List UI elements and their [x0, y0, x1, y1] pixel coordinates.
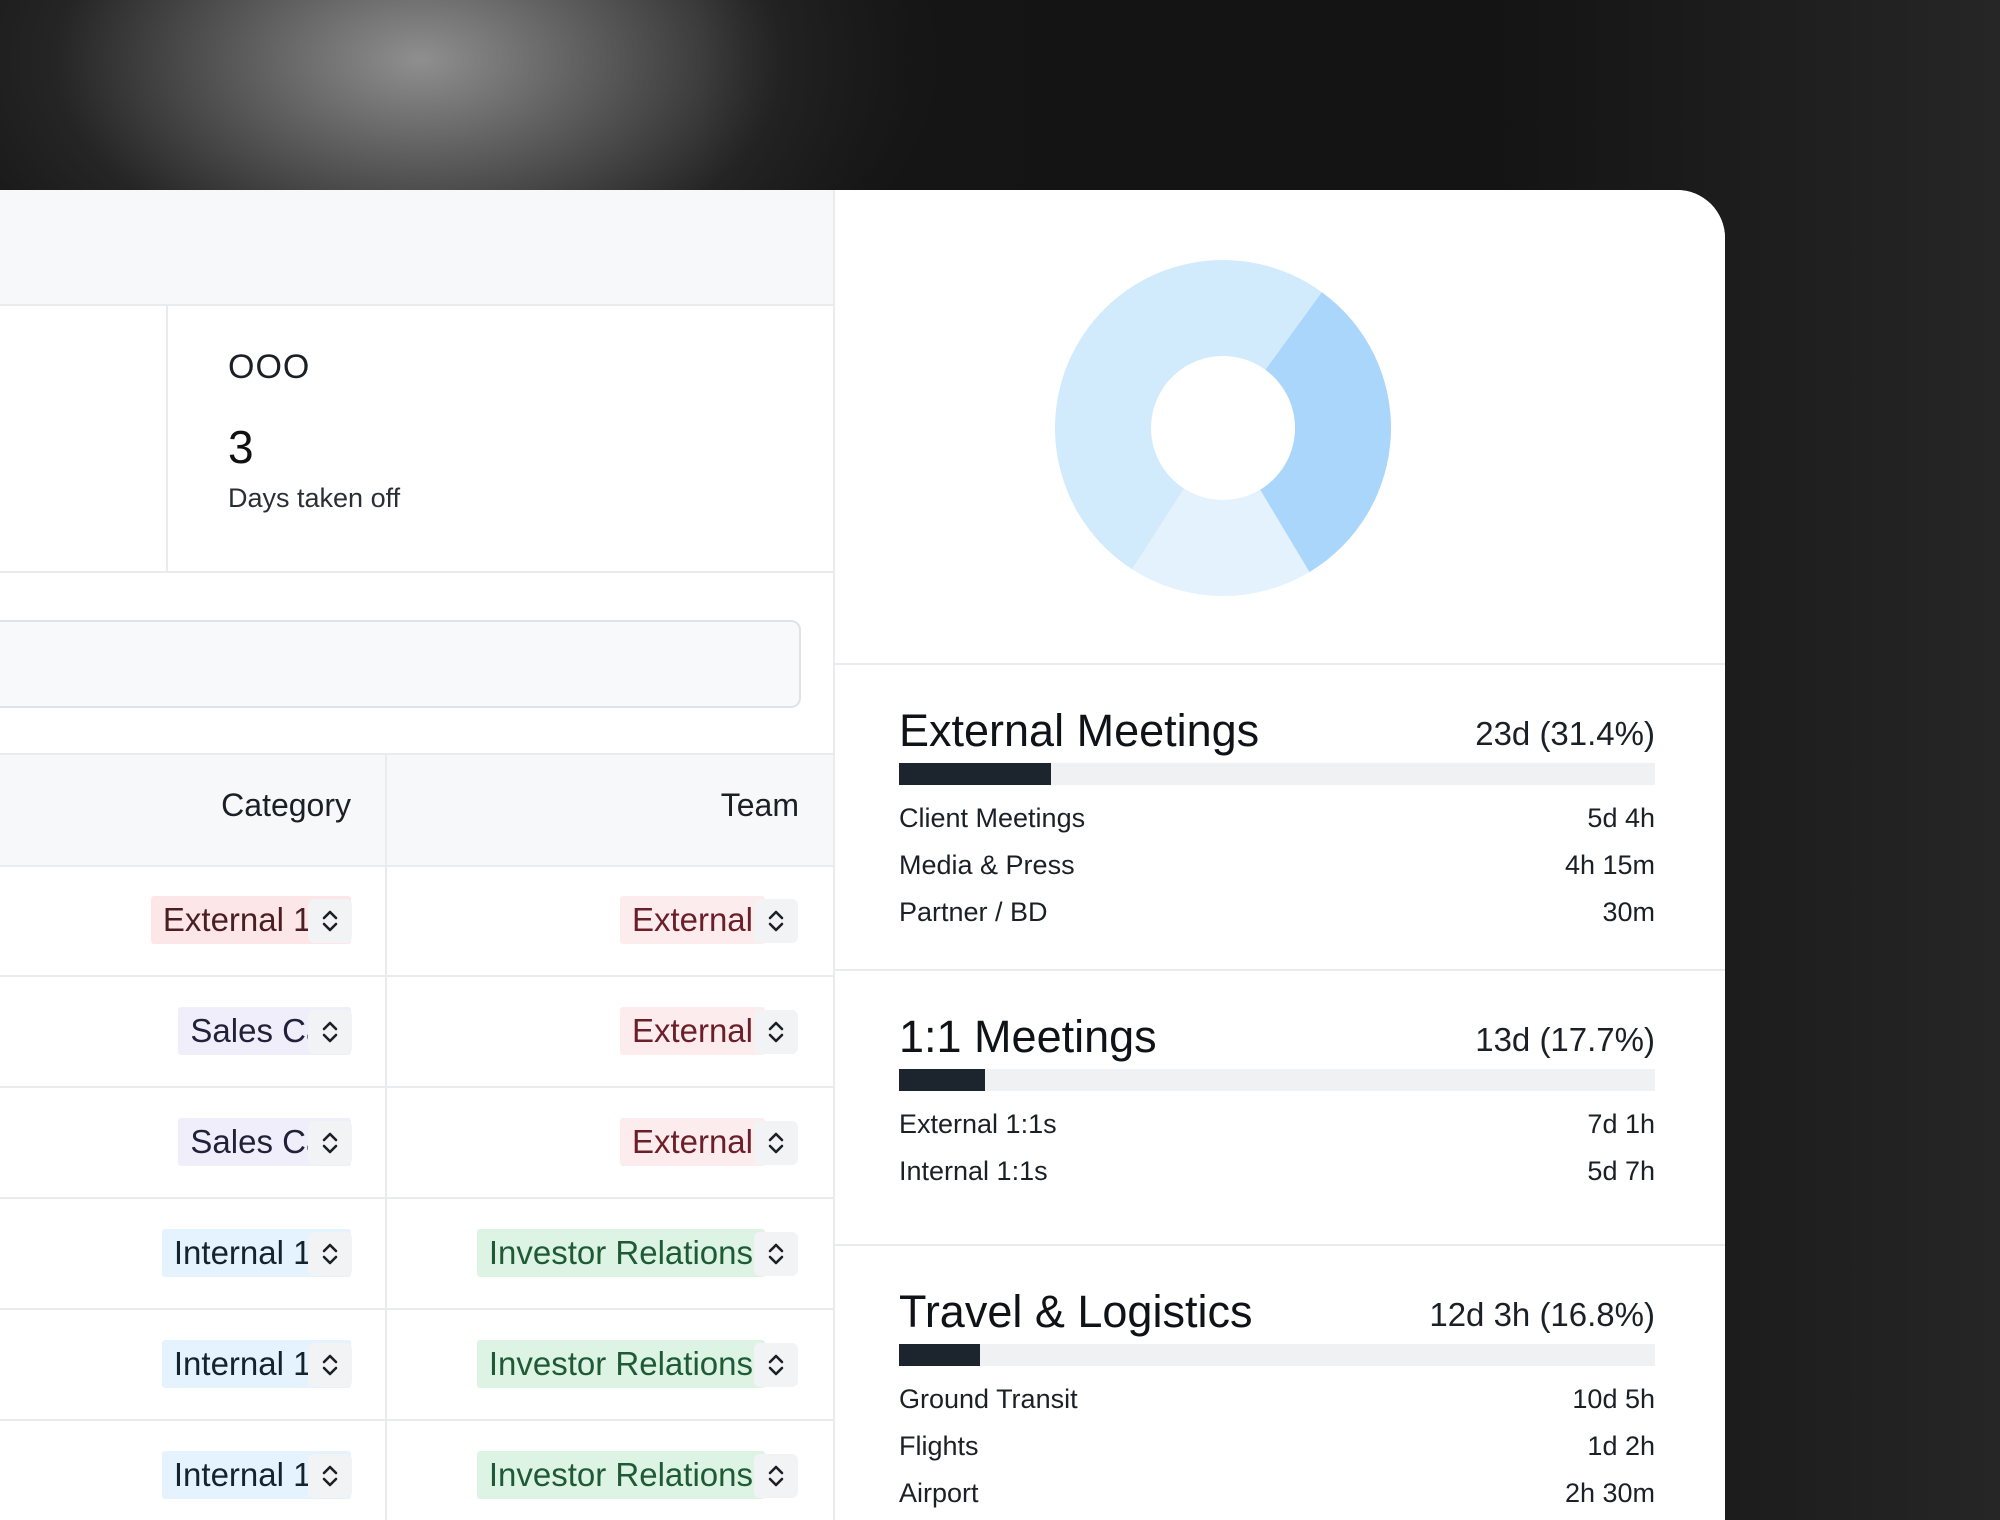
team-tag: Investor Relations: [476, 1340, 765, 1388]
breakdown-item-label: Ground Transit: [899, 1384, 1078, 1414]
category-stepper[interactable]: [308, 1121, 352, 1165]
breakdown-item-label: Partner / BD: [899, 897, 1048, 927]
category-stepper[interactable]: [308, 1232, 352, 1276]
section-total: 12d 3h (16.8%): [1429, 1296, 1655, 1333]
column-divider: [385, 1309, 387, 1420]
table-header: Category Team: [0, 753, 833, 867]
section-title: Travel & Logistics: [899, 1286, 1253, 1337]
column-divider: [385, 865, 387, 976]
column-divider: [385, 976, 387, 1087]
column-divider: [385, 755, 387, 865]
ooo-stat-sublabel: Days taken off: [228, 483, 401, 513]
team-stepper[interactable]: [754, 1232, 798, 1276]
section-title: External Meetings: [899, 705, 1260, 756]
table-row[interactable]: Internal 1:1 Investor Relations: [0, 1309, 833, 1421]
breakdown-item-label: External 1:1s: [899, 1109, 1057, 1139]
team-tag: External: [619, 896, 765, 944]
table-row[interactable]: Sales Call External: [0, 1087, 833, 1199]
category-stepper[interactable]: [308, 1454, 352, 1498]
team-tag: Investor Relations: [476, 1229, 765, 1277]
donut-chart-area: [835, 190, 1725, 665]
section-progress-track: [899, 1344, 1655, 1366]
breakdown-section: 1:1 Meetings 13d (17.7%) External 1:1s 7d 1…: [835, 971, 1725, 1246]
team-stepper[interactable]: [754, 1454, 798, 1498]
category-stepper[interactable]: [308, 899, 352, 943]
table-row[interactable]: Sales Call External: [0, 976, 833, 1088]
breakdown-item-label: Internal 1:1s: [899, 1156, 1048, 1186]
breakdown-item-label: Airport: [899, 1478, 979, 1508]
section-progress-track: [899, 763, 1655, 785]
donut-chart: [1055, 260, 1391, 596]
table-row[interactable]: Internal 1:1 Investor Relations: [0, 1198, 833, 1310]
column-divider: [385, 1420, 387, 1520]
ooo-stat-label: OOO: [228, 348, 311, 386]
column-divider: [385, 1198, 387, 1309]
team-tag: External: [619, 1007, 765, 1055]
stat-divider: [166, 306, 168, 571]
breakdown-section: External Meetings 23d (31.4%) Client Meeti…: [835, 665, 1725, 971]
section-progress-fill: [899, 1069, 985, 1091]
breakdown-item-value: 1d 2h: [1587, 1431, 1655, 1461]
breakdown-item-value: 4h 15m: [1564, 850, 1655, 880]
breakdown-section: Travel & Logistics 12d 3h (16.8%) Ground T…: [835, 1246, 1725, 1520]
section-total: 23d (31.4%): [1475, 715, 1655, 752]
section-progress-track: [899, 1069, 1655, 1091]
top-bar: [0, 190, 833, 306]
category-stepper[interactable]: [308, 1343, 352, 1387]
team-stepper[interactable]: [754, 1121, 798, 1165]
column-header-team[interactable]: Team: [721, 787, 799, 824]
column-divider: [385, 1087, 387, 1198]
breakdown-item-value: 2h 30m: [1564, 1478, 1655, 1508]
breakdown-item-value: 10d 5h: [1572, 1384, 1655, 1414]
section-progress-fill: [899, 763, 1051, 785]
section-title: 1:1 Meetings: [899, 1011, 1157, 1062]
team-stepper[interactable]: [754, 1343, 798, 1387]
breakdown-item-label: Client Meetings: [899, 803, 1086, 833]
breakdown-item-label: Media & Press: [899, 850, 1075, 880]
right-pane: External Meetings 23d (31.4%) Client Meeti…: [835, 190, 1725, 1520]
team-stepper[interactable]: [754, 1010, 798, 1054]
table-row[interactable]: External 1:1 External: [0, 865, 833, 977]
section-total: 13d (17.7%): [1475, 1021, 1655, 1058]
team-tag: External: [619, 1118, 765, 1166]
column-header-category[interactable]: Category: [221, 787, 351, 824]
category-stepper[interactable]: [308, 1010, 352, 1054]
breakdown-item-label: Flights: [899, 1431, 979, 1461]
team-stepper[interactable]: [754, 899, 798, 943]
stat-divider-bottom: [0, 571, 833, 573]
breakdown-item-value: 5d 4h: [1587, 803, 1655, 833]
breakdown-item-value: 30m: [1602, 897, 1655, 927]
ooo-stat-value: 3: [228, 421, 254, 473]
app-window: OOO 3 Days taken off Category Team Exter…: [0, 190, 1725, 1520]
left-pane: OOO 3 Days taken off Category Team Exter…: [0, 190, 835, 1520]
team-tag: Investor Relations: [476, 1451, 765, 1499]
section-progress-fill: [899, 1344, 981, 1366]
search-input[interactable]: [0, 620, 801, 708]
breakdown-item-value: 5d 7h: [1587, 1156, 1655, 1186]
table-row[interactable]: Internal 1:1 Investor Relations: [0, 1420, 833, 1520]
breakdown-item-value: 7d 1h: [1587, 1109, 1655, 1139]
